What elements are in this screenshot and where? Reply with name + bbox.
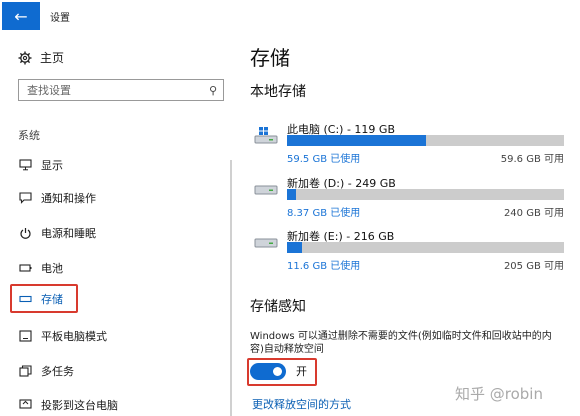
storage-sense-toggle[interactable] bbox=[250, 362, 286, 380]
title-bar: ← 设置 bbox=[0, 0, 580, 30]
drive-available: 240 GB 可用 bbox=[503, 208, 564, 219]
watermark: 知乎 @robin bbox=[455, 385, 543, 403]
sidebar-item-label: 电池 bbox=[41, 262, 63, 275]
drive-usage-bar bbox=[287, 189, 564, 200]
drive-available: 59.6 GB 可用 bbox=[500, 154, 564, 165]
drive-e[interactable]: 新加卷 (E:) - 216 GB 11.6 GB 已使用 205 GB 可用 bbox=[254, 228, 564, 272]
drive-used: 8.37 GB 已使用 bbox=[287, 208, 361, 219]
search-icon: ⚲ bbox=[208, 83, 217, 97]
drive-c[interactable]: 此电脑 (C:) - 119 GB 59.5 GB 已使用 59.6 GB 可用 bbox=[254, 121, 564, 165]
gear-icon bbox=[18, 51, 32, 65]
sidebar-item-label: 平板电脑模式 bbox=[41, 330, 107, 343]
search-input[interactable]: 查找设置 ⚲ bbox=[18, 79, 224, 101]
sidebar-item-label: 投影到这台电脑 bbox=[41, 399, 118, 412]
sidebar-item-storage[interactable]: 存储 bbox=[18, 290, 63, 308]
drive-used: 11.6 GB 已使用 bbox=[287, 261, 361, 272]
page-title: 存储 bbox=[250, 46, 290, 70]
toggle-state-label: 开 bbox=[296, 365, 307, 378]
drive-usage-fill bbox=[287, 242, 302, 253]
sidebar-item-display[interactable]: 显示 bbox=[18, 156, 63, 174]
project-icon bbox=[18, 398, 32, 412]
window-title: 设置 bbox=[50, 13, 70, 24]
sidebar-item-label: 通知和操作 bbox=[41, 192, 96, 205]
drive-available: 205 GB 可用 bbox=[503, 261, 564, 272]
sidebar-home-label: 主页 bbox=[40, 51, 65, 65]
drive-usage-fill bbox=[287, 135, 426, 146]
section-label-system: 系统 bbox=[18, 129, 40, 142]
sidebar-item-project[interactable]: 投影到这台电脑 bbox=[18, 396, 118, 414]
tablet-icon bbox=[18, 329, 32, 343]
toggle-knob bbox=[273, 366, 282, 376]
drive-usage-bar bbox=[287, 242, 564, 253]
local-storage-title: 本地存储 bbox=[250, 84, 306, 100]
sidebar-item-notifications[interactable]: 通知和操作 bbox=[18, 189, 96, 207]
battery-icon bbox=[18, 261, 32, 275]
sidebar-home[interactable]: 主页 bbox=[18, 49, 64, 66]
storage-sense-toggle-group: 开 bbox=[250, 361, 307, 381]
back-arrow-icon: ← bbox=[14, 6, 28, 26]
drive-d[interactable]: 新加卷 (D:) - 249 GB 8.37 GB 已使用 240 GB 可用 bbox=[254, 175, 564, 219]
sidebar-divider bbox=[230, 160, 232, 416]
sidebar-item-label: 显示 bbox=[41, 159, 63, 172]
back-button[interactable]: ← bbox=[2, 2, 40, 30]
storage-sense-description: Windows 可以通过删除不需要的文件(例如临时文件和回收站中的内容)自动释放… bbox=[250, 331, 552, 355]
notification-icon bbox=[18, 191, 32, 205]
search-placeholder: 查找设置 bbox=[27, 84, 71, 97]
multitask-icon bbox=[18, 364, 32, 378]
monitor-icon bbox=[18, 158, 32, 172]
sidebar-item-label: 存储 bbox=[41, 293, 63, 306]
drive-usage-bar bbox=[287, 135, 564, 146]
sidebar-item-tablet[interactable]: 平板电脑模式 bbox=[18, 327, 107, 345]
drive-used: 59.5 GB 已使用 bbox=[287, 154, 361, 165]
storage-icon bbox=[18, 292, 32, 306]
drive-usage-fill bbox=[287, 189, 297, 200]
storage-sense-title: 存储感知 bbox=[250, 299, 306, 315]
drive-icon bbox=[254, 181, 278, 197]
windows-drive-icon bbox=[254, 127, 278, 144]
sidebar-item-label: 多任务 bbox=[41, 365, 74, 378]
power-icon bbox=[18, 226, 32, 240]
sidebar-item-power[interactable]: 电源和睡眠 bbox=[18, 224, 96, 242]
change-free-space-link[interactable]: 更改释放空间的方式 bbox=[252, 396, 351, 412]
drive-icon bbox=[254, 234, 278, 250]
sidebar-item-label: 电源和睡眠 bbox=[41, 227, 96, 240]
sidebar-item-multitasking[interactable]: 多任务 bbox=[18, 362, 74, 380]
sidebar-item-battery[interactable]: 电池 bbox=[18, 259, 63, 277]
